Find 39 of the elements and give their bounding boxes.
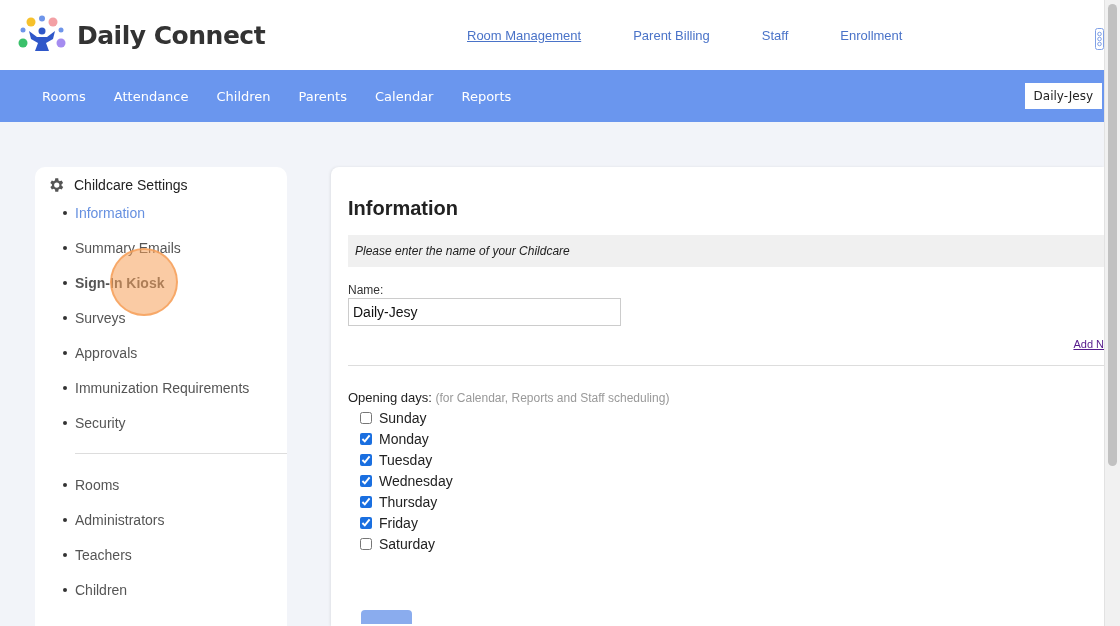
page-heading: Information [348, 197, 459, 220]
sidebar-link[interactable]: Approvals [75, 344, 138, 361]
day-label: Friday [379, 514, 418, 531]
day-checkbox[interactable] [360, 516, 372, 529]
sidebar-link[interactable]: Children [75, 581, 128, 598]
sidebar-link[interactable]: Immunization Requirements [75, 379, 250, 396]
sidebar-link[interactable]: Teachers [75, 546, 132, 563]
account-button[interactable]: Daily-Jesy [1024, 83, 1102, 109]
top-nav-link[interactable]: Staff [761, 27, 789, 43]
day-label: Wednesday [379, 472, 453, 489]
day-label: Thursday [379, 493, 438, 510]
day-checkbox[interactable] [360, 432, 372, 445]
day-checkbox[interactable] [360, 474, 372, 487]
more-icon[interactable] [1095, 28, 1104, 50]
day-checkbox[interactable] [360, 495, 372, 508]
sidebar-link[interactable]: Summary Emails [75, 239, 181, 256]
scrollbar[interactable] [1104, 0, 1120, 626]
top-nav-link[interactable]: Room Management [467, 27, 582, 43]
day-label: Saturday [379, 535, 436, 552]
sidebar-link[interactable]: Rooms [75, 476, 120, 493]
opening-days-label: Opening days: [348, 390, 432, 405]
field-label: Name: [348, 283, 385, 297]
day-checkbox[interactable] [360, 453, 372, 466]
sidebar-title: Childcare Settings [74, 177, 188, 193]
add-link[interactable]: Add N [1073, 338, 1104, 350]
sidebar-link[interactable]: Surveys [75, 309, 126, 326]
brand-name: Daily Connect [77, 20, 266, 50]
day-checkbox[interactable] [360, 537, 372, 550]
day-label: Tuesday [379, 451, 433, 468]
sidebar-link[interactable]: Administrators [75, 511, 165, 528]
day-label: Monday [379, 430, 429, 447]
instruction-banner: Please enter the name of your Childcare [348, 235, 1104, 267]
opening-days-note: (for Calendar, Reports and Staff scheduling) [435, 391, 670, 405]
day-label: Sunday [379, 409, 427, 426]
top-nav-link[interactable]: Parent Billing [633, 27, 710, 43]
day-checkbox[interactable] [360, 411, 372, 424]
top-nav-link[interactable]: Enrollment [840, 27, 903, 43]
name-input-field[interactable]: Daily-Jesy [348, 298, 621, 326]
sidebar-link[interactable]: Security [75, 414, 126, 431]
